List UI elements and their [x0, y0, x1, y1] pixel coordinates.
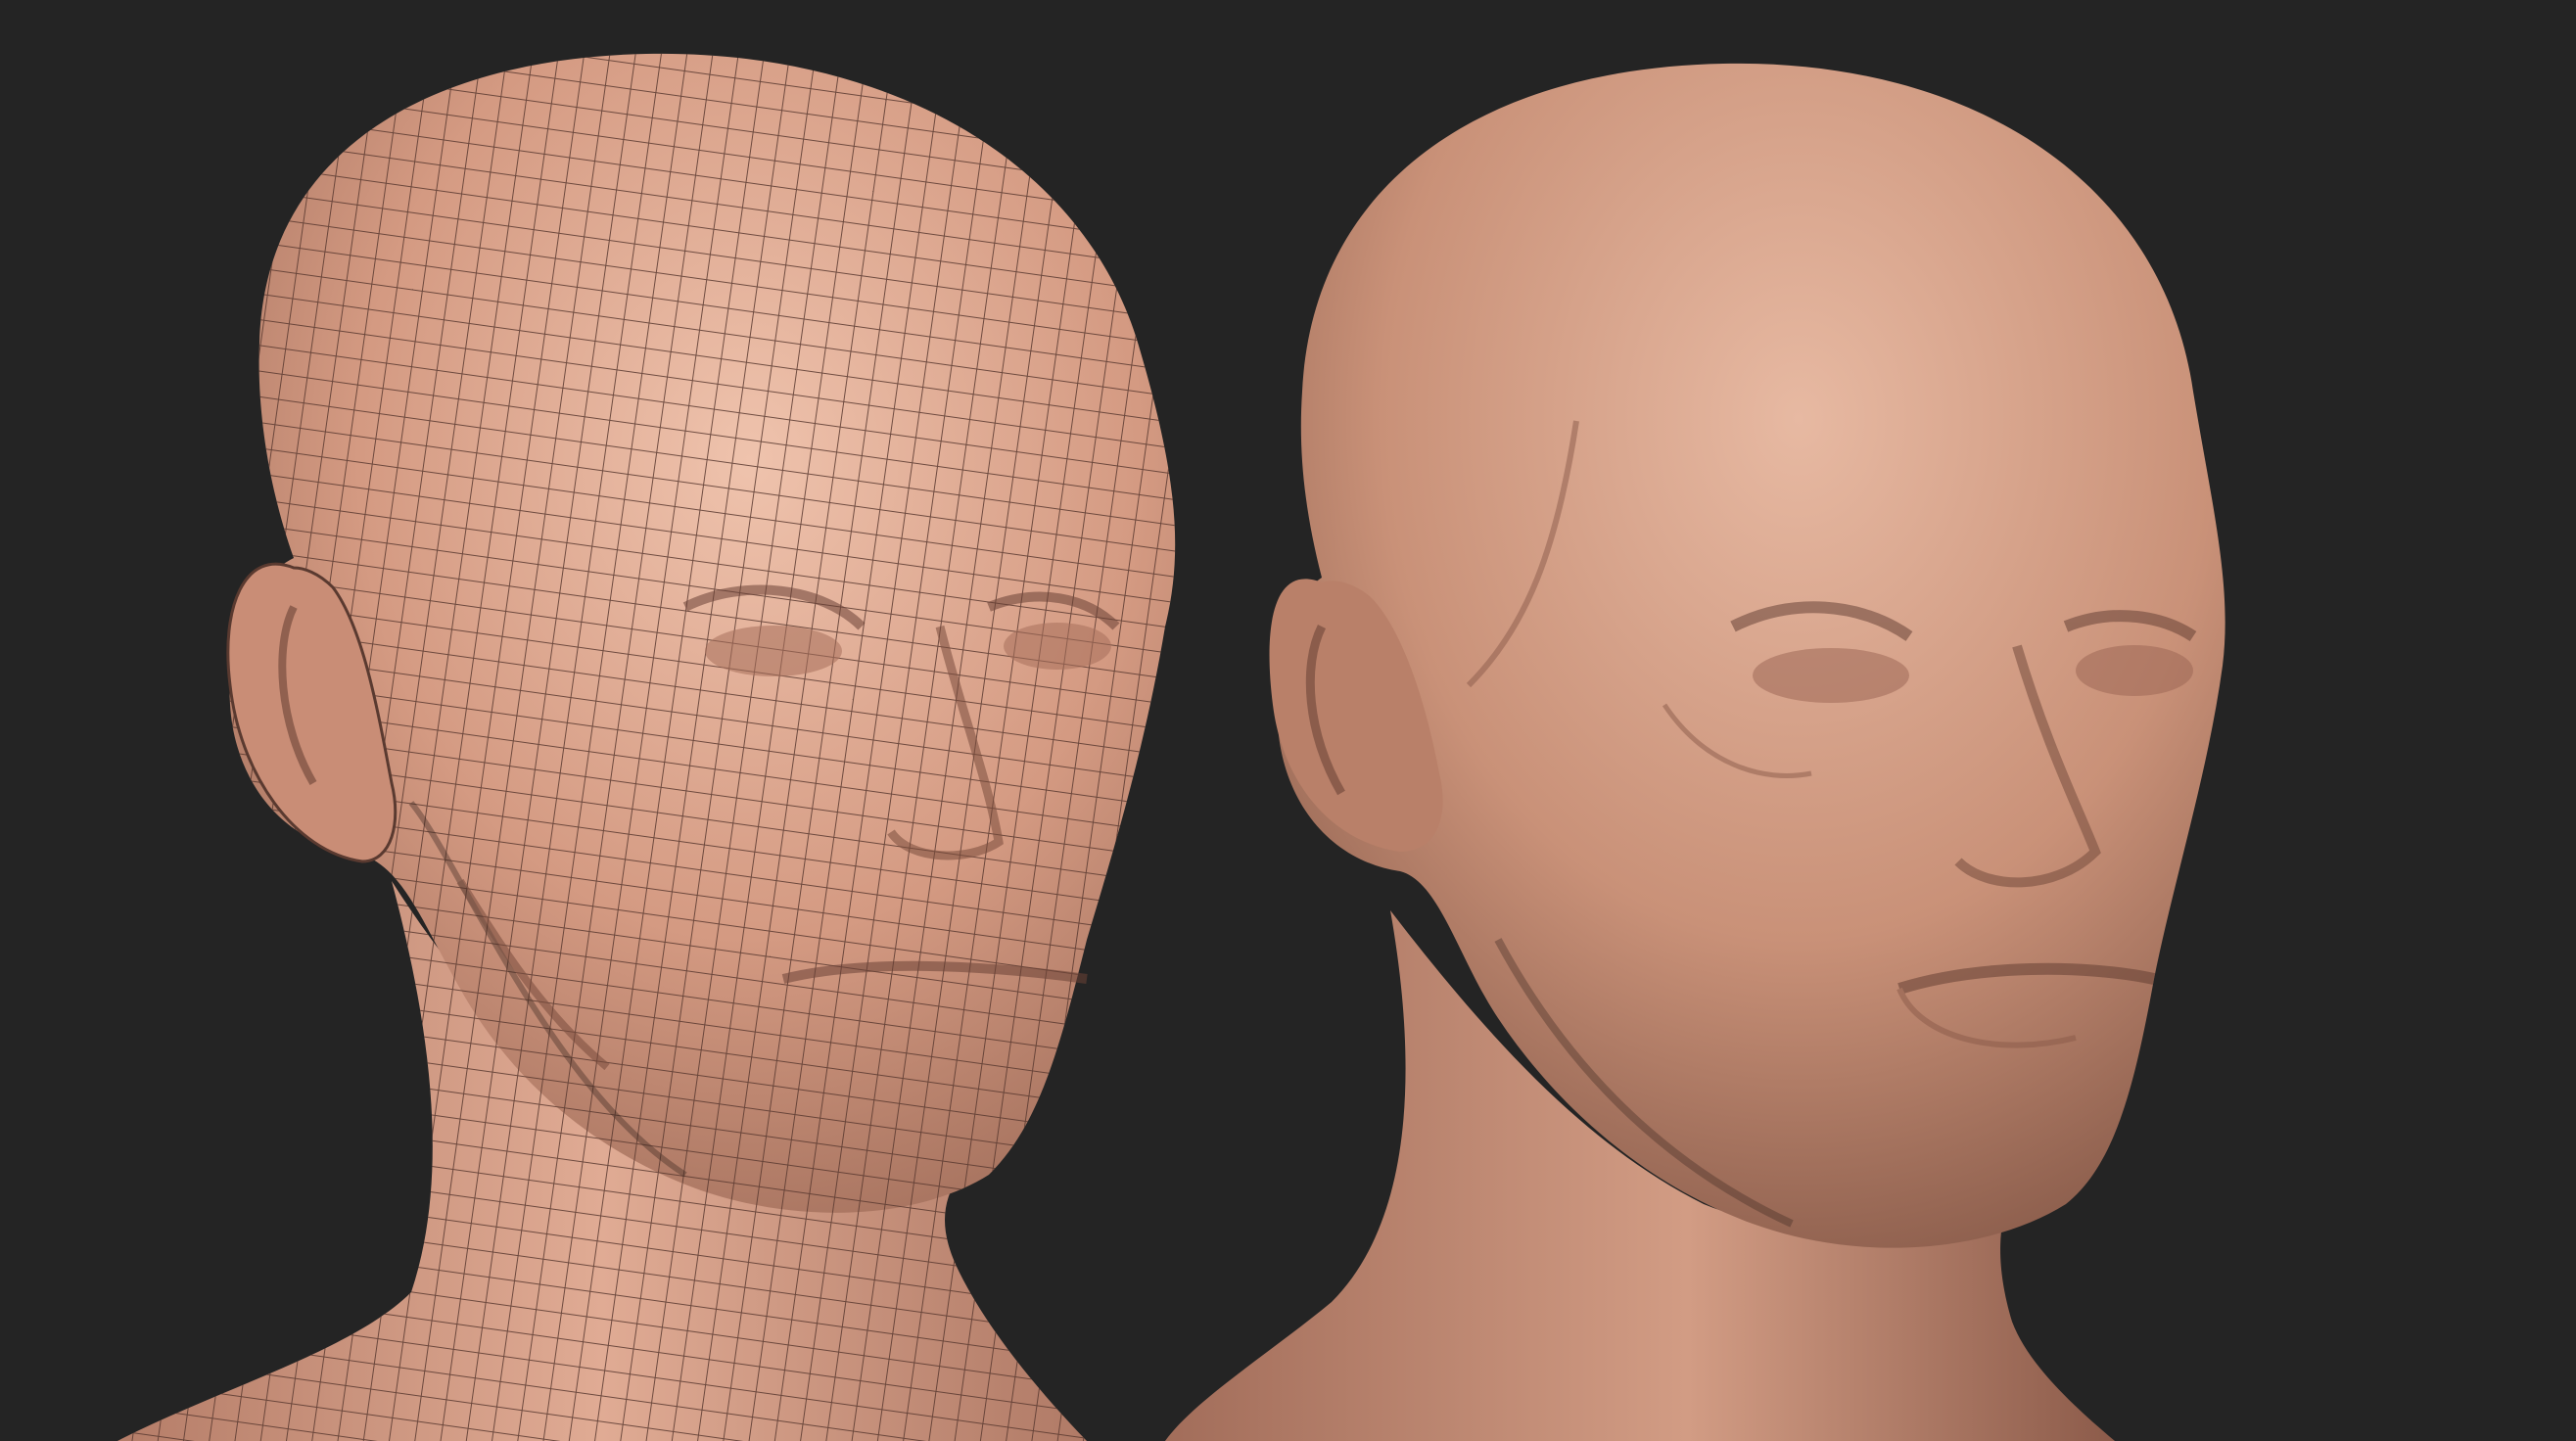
render-scene	[117, 53, 2225, 1441]
sculpted-head-model	[1165, 63, 2225, 1441]
viewport[interactable]	[0, 0, 2576, 1441]
